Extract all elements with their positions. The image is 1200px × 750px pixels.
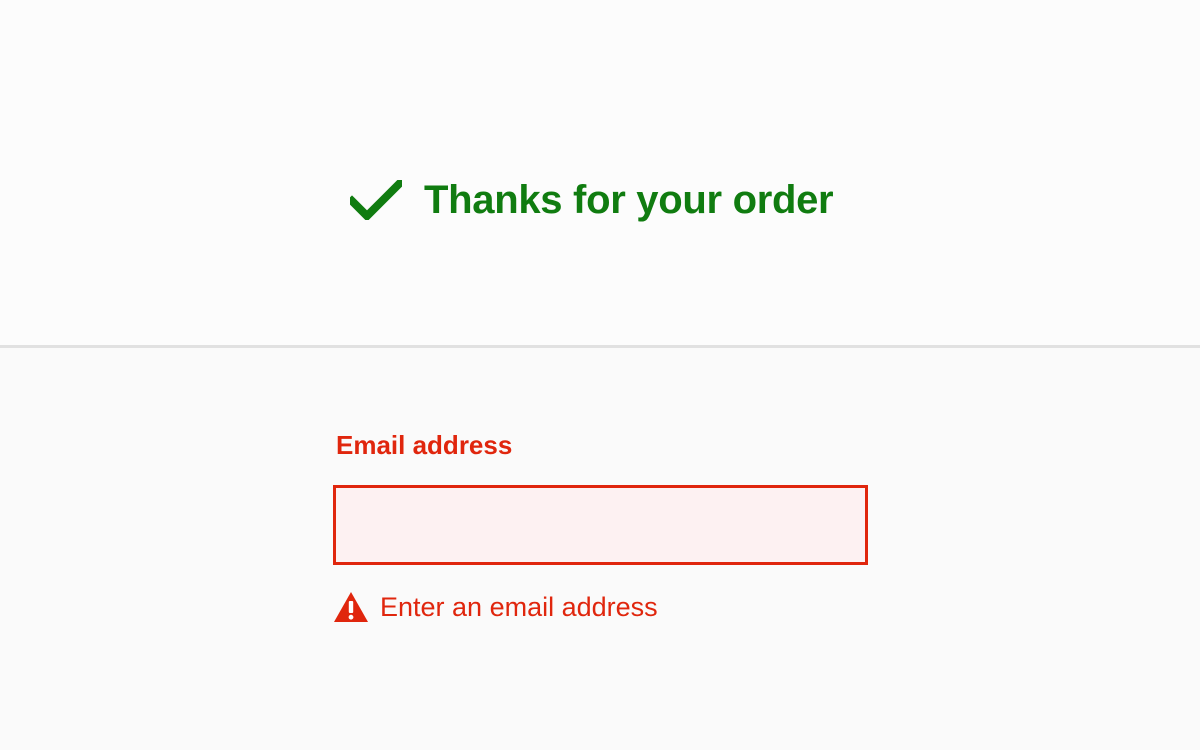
- checkmark-icon: [350, 180, 402, 220]
- email-field-label: Email address: [336, 430, 513, 460]
- order-confirmation-page: Thanks for your order Email address Ente…: [0, 0, 1200, 750]
- email-error-text: Enter an email address: [380, 592, 658, 622]
- success-message: Thanks for your order: [350, 172, 834, 228]
- warning-icon: [334, 592, 368, 622]
- success-title: Thanks for your order: [424, 178, 834, 222]
- success-banner: Thanks for your order: [0, 0, 1200, 345]
- email-error-message: Enter an email address: [333, 588, 658, 626]
- email-input[interactable]: [333, 485, 868, 565]
